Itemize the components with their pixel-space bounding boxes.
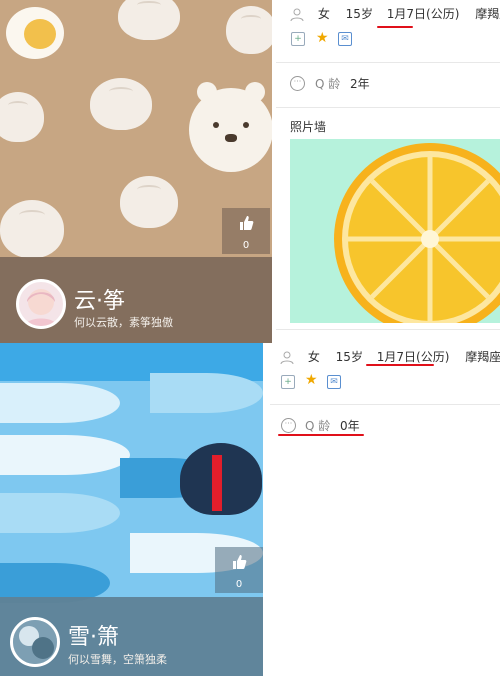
gender: 女 <box>317 7 330 21</box>
avatar[interactable] <box>10 617 60 667</box>
profile-signature: 何以云散，素筝独傲 <box>74 316 173 329</box>
photo-wall-title: 照片墙 <box>290 120 327 134</box>
annotation-underline <box>366 364 434 366</box>
vip-icon[interactable]: + <box>281 375 295 389</box>
birthday: 1月7日(公历) <box>376 350 450 364</box>
birthday: 1月7日(公历) <box>386 7 460 21</box>
like-count: 0 <box>235 579 243 590</box>
mail-icon[interactable]: ✉ <box>327 375 341 389</box>
profile-signature: 何以雪舞，空箫独柔 <box>68 653 167 666</box>
like-button-1[interactable]: 0 <box>222 208 270 254</box>
zodiac: 摩羯座 <box>475 7 500 21</box>
thumbs-up-icon <box>222 215 270 234</box>
avatar[interactable] <box>16 279 66 329</box>
mail-icon[interactable]: ✉ <box>338 32 352 46</box>
age: 15岁 <box>345 7 373 21</box>
egg-illustration <box>6 7 64 59</box>
bear-illustration <box>189 82 272 172</box>
qage-value: 2年 <box>350 77 370 91</box>
like-button-2[interactable]: 0 <box>215 547 263 593</box>
photo-wall-image[interactable] <box>290 139 500 323</box>
profile-info-row-1: 女 15岁 1月7日(公历) 摩羯座 <box>290 5 500 22</box>
more-icon[interactable]: ··· <box>290 76 305 91</box>
star-icon[interactable]: ★ <box>305 372 318 388</box>
thumbs-up-icon <box>215 554 263 573</box>
person-icon <box>290 8 304 22</box>
gender: 女 <box>307 350 320 364</box>
profile-info-row-2: 女 15岁 1月7日(公历) 摩羯座 <box>280 348 500 365</box>
qage-value: 0年 <box>340 419 360 433</box>
star-icon[interactable]: ★ <box>316 30 329 46</box>
person-icon <box>280 351 294 365</box>
zodiac: 摩羯座 <box>465 350 500 364</box>
profile-bar-1: 云·筝 何以云散，素筝独傲 <box>0 257 272 343</box>
penguin-illustration <box>180 443 262 515</box>
profile-name[interactable]: 雪·箫 <box>68 619 119 651</box>
cover-image-1: 0 云·筝 何以云散，素筝独傲 <box>0 0 272 343</box>
qage-label: Q 龄 <box>315 77 341 91</box>
qage-label: Q 龄 <box>305 419 331 433</box>
annotation-underline <box>278 434 364 436</box>
age: 15岁 <box>335 350 363 364</box>
vip-icon[interactable]: + <box>291 32 305 46</box>
profile-bar-2: 雪·箫 何以雪舞，空箫独柔 <box>0 597 263 676</box>
annotation-underline <box>377 26 413 28</box>
more-icon[interactable]: ··· <box>281 418 296 433</box>
like-count: 0 <box>242 240 250 251</box>
profile-name[interactable]: 云·筝 <box>74 283 125 315</box>
